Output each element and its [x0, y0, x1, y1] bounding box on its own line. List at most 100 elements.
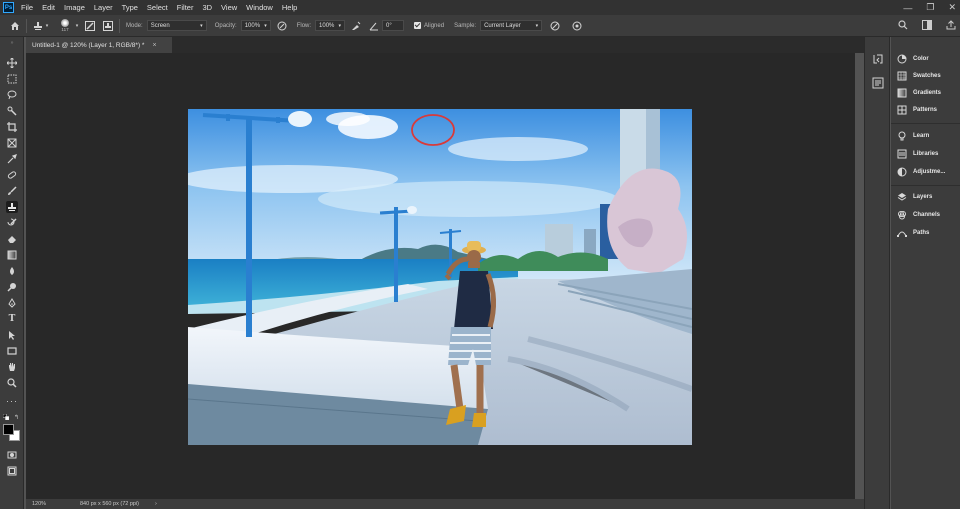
panel-adjustments[interactable]: Adjustme...: [897, 166, 945, 178]
clone-stamp-tool-icon[interactable]: [33, 21, 43, 31]
toolbar-collapse-icon[interactable]: »: [6, 40, 18, 46]
panel-libraries[interactable]: Libraries: [897, 148, 938, 160]
frame-tool-icon[interactable]: [6, 137, 18, 149]
dodge-tool-icon[interactable]: [6, 281, 18, 293]
quick-selection-tool-icon[interactable]: [6, 105, 18, 117]
status-bar: 120% 840 px x 560 px (72 ppi) ›: [26, 499, 864, 509]
panel-paths-label: Paths: [913, 230, 930, 236]
menu-edit[interactable]: Edit: [42, 3, 55, 12]
menu-3d[interactable]: 3D: [202, 3, 212, 12]
clone-stamp-tool-icon[interactable]: [6, 201, 18, 213]
menu-layer[interactable]: Layer: [94, 3, 113, 12]
pressure-opacity-icon[interactable]: [277, 21, 287, 31]
foreground-color-swatch[interactable]: [3, 424, 14, 435]
photoshop-logo[interactable]: Ps: [3, 2, 14, 13]
panel-swatches[interactable]: Swatches: [897, 70, 941, 82]
color-icon: [897, 54, 907, 64]
sample-label: Sample:: [454, 22, 477, 29]
share-icon[interactable]: [946, 20, 956, 32]
hand-tool-icon[interactable]: [6, 361, 18, 373]
airbrush-icon[interactable]: [351, 21, 361, 31]
color-swatches[interactable]: [3, 424, 21, 442]
swatches-icon: [897, 71, 907, 81]
close-tab-icon[interactable]: ×: [152, 42, 156, 49]
crop-tool-icon[interactable]: [6, 121, 18, 133]
flow-value: 100%: [319, 22, 335, 29]
panel-channels[interactable]: Channels: [897, 209, 940, 221]
menu-window[interactable]: Window: [246, 3, 273, 12]
marquee-tool-icon[interactable]: [6, 73, 18, 85]
menu-view[interactable]: View: [221, 3, 237, 12]
lasso-tool-icon[interactable]: [6, 89, 18, 101]
default-colors-icon[interactable]: [2, 413, 10, 421]
chevron-down-icon[interactable]: ▾: [43, 21, 51, 31]
panel-patterns[interactable]: Patterns: [897, 104, 937, 116]
menu-type[interactable]: Type: [122, 3, 138, 12]
menu-file[interactable]: File: [21, 3, 33, 12]
history-brush-tool-icon[interactable]: [6, 217, 18, 229]
panel-layers[interactable]: Layers: [897, 191, 932, 203]
minimize-button[interactable]: —: [903, 3, 912, 13]
adjustments-icon: [897, 167, 907, 177]
aligned-label: Aligned: [424, 22, 445, 29]
close-button[interactable]: ✕: [948, 2, 956, 13]
flow-field[interactable]: 100% ▾: [315, 20, 346, 31]
brush-tool-icon[interactable]: [6, 185, 18, 197]
brush-preset-picker[interactable]: 117: [57, 19, 73, 32]
zoom-tool-icon[interactable]: [6, 377, 18, 389]
chevron-down-icon[interactable]: ▾: [73, 21, 81, 31]
panel-gradients-label: Gradients: [913, 90, 942, 96]
type-tool-icon[interactable]: T: [6, 313, 18, 325]
healing-brush-tool-icon[interactable]: [6, 169, 18, 181]
menu-select[interactable]: Select: [147, 3, 168, 12]
status-menu-arrow-icon[interactable]: ›: [155, 501, 157, 507]
screen-mode-icon[interactable]: [6, 465, 18, 477]
mode-select[interactable]: Screen ▾: [146, 20, 207, 31]
panel-learn[interactable]: Learn: [897, 130, 929, 142]
sample-select[interactable]: Current Layer ▾: [480, 20, 543, 31]
home-icon[interactable]: [10, 21, 20, 31]
quick-mask-icon[interactable]: [6, 449, 18, 461]
rectangle-tool-icon[interactable]: [6, 345, 18, 357]
panel-swatches-label: Swatches: [913, 73, 941, 79]
menu-help[interactable]: Help: [282, 3, 297, 12]
panels-dock: Color Swatches Gradients Patterns Learn …: [891, 37, 960, 509]
document-tab[interactable]: Untitled-1 @ 120% (Layer 1, RGB/8*) * ×: [26, 37, 172, 53]
panel-paths[interactable]: Paths: [897, 227, 929, 239]
aligned-checkbox[interactable]: [414, 22, 422, 29]
panel-libraries-label: Libraries: [913, 151, 939, 157]
workspace-icon[interactable]: [922, 20, 932, 32]
menu-image[interactable]: Image: [64, 3, 85, 12]
properties-panel-icon[interactable]: [872, 77, 884, 89]
document-info[interactable]: 840 px x 560 px (72 ppi): [80, 501, 139, 507]
pen-tool-icon[interactable]: [6, 297, 18, 309]
document-image[interactable]: [188, 109, 692, 445]
more-tools-icon[interactable]: ···: [6, 395, 18, 407]
panel-gradients[interactable]: Gradients: [897, 87, 941, 99]
path-selection-tool-icon[interactable]: [6, 329, 18, 341]
angle-value: 0°: [386, 22, 392, 29]
opacity-field[interactable]: 100% ▾: [240, 20, 271, 31]
brush-settings-icon[interactable]: [85, 20, 95, 31]
eraser-tool-icon[interactable]: [6, 233, 18, 245]
pressure-size-icon[interactable]: [572, 21, 582, 31]
clone-source-icon[interactable]: [103, 20, 113, 31]
mode-value: Screen: [150, 22, 170, 29]
patterns-icon: [897, 105, 907, 115]
history-panel-icon[interactable]: [872, 53, 884, 65]
zoom-level[interactable]: 120%: [32, 501, 72, 507]
gradient-tool-icon[interactable]: [6, 249, 18, 261]
menu-filter[interactable]: Filter: [177, 3, 194, 12]
search-icon[interactable]: [898, 20, 908, 32]
document-tab-title: Untitled-1 @ 120% (Layer 1, RGB/8*) *: [32, 41, 145, 49]
gradients-icon: [897, 88, 907, 98]
angle-field[interactable]: 0°: [382, 20, 405, 31]
panel-layers-label: Layers: [913, 194, 933, 200]
move-tool-icon[interactable]: [6, 57, 18, 69]
eyedropper-tool-icon[interactable]: [6, 153, 18, 165]
panel-color[interactable]: Color: [897, 53, 929, 65]
blur-tool-icon[interactable]: [6, 265, 18, 277]
restore-button[interactable]: ❐: [926, 2, 934, 13]
swap-colors-icon[interactable]: ↰: [14, 414, 19, 421]
ignore-adjustment-layers-icon[interactable]: [550, 21, 560, 31]
